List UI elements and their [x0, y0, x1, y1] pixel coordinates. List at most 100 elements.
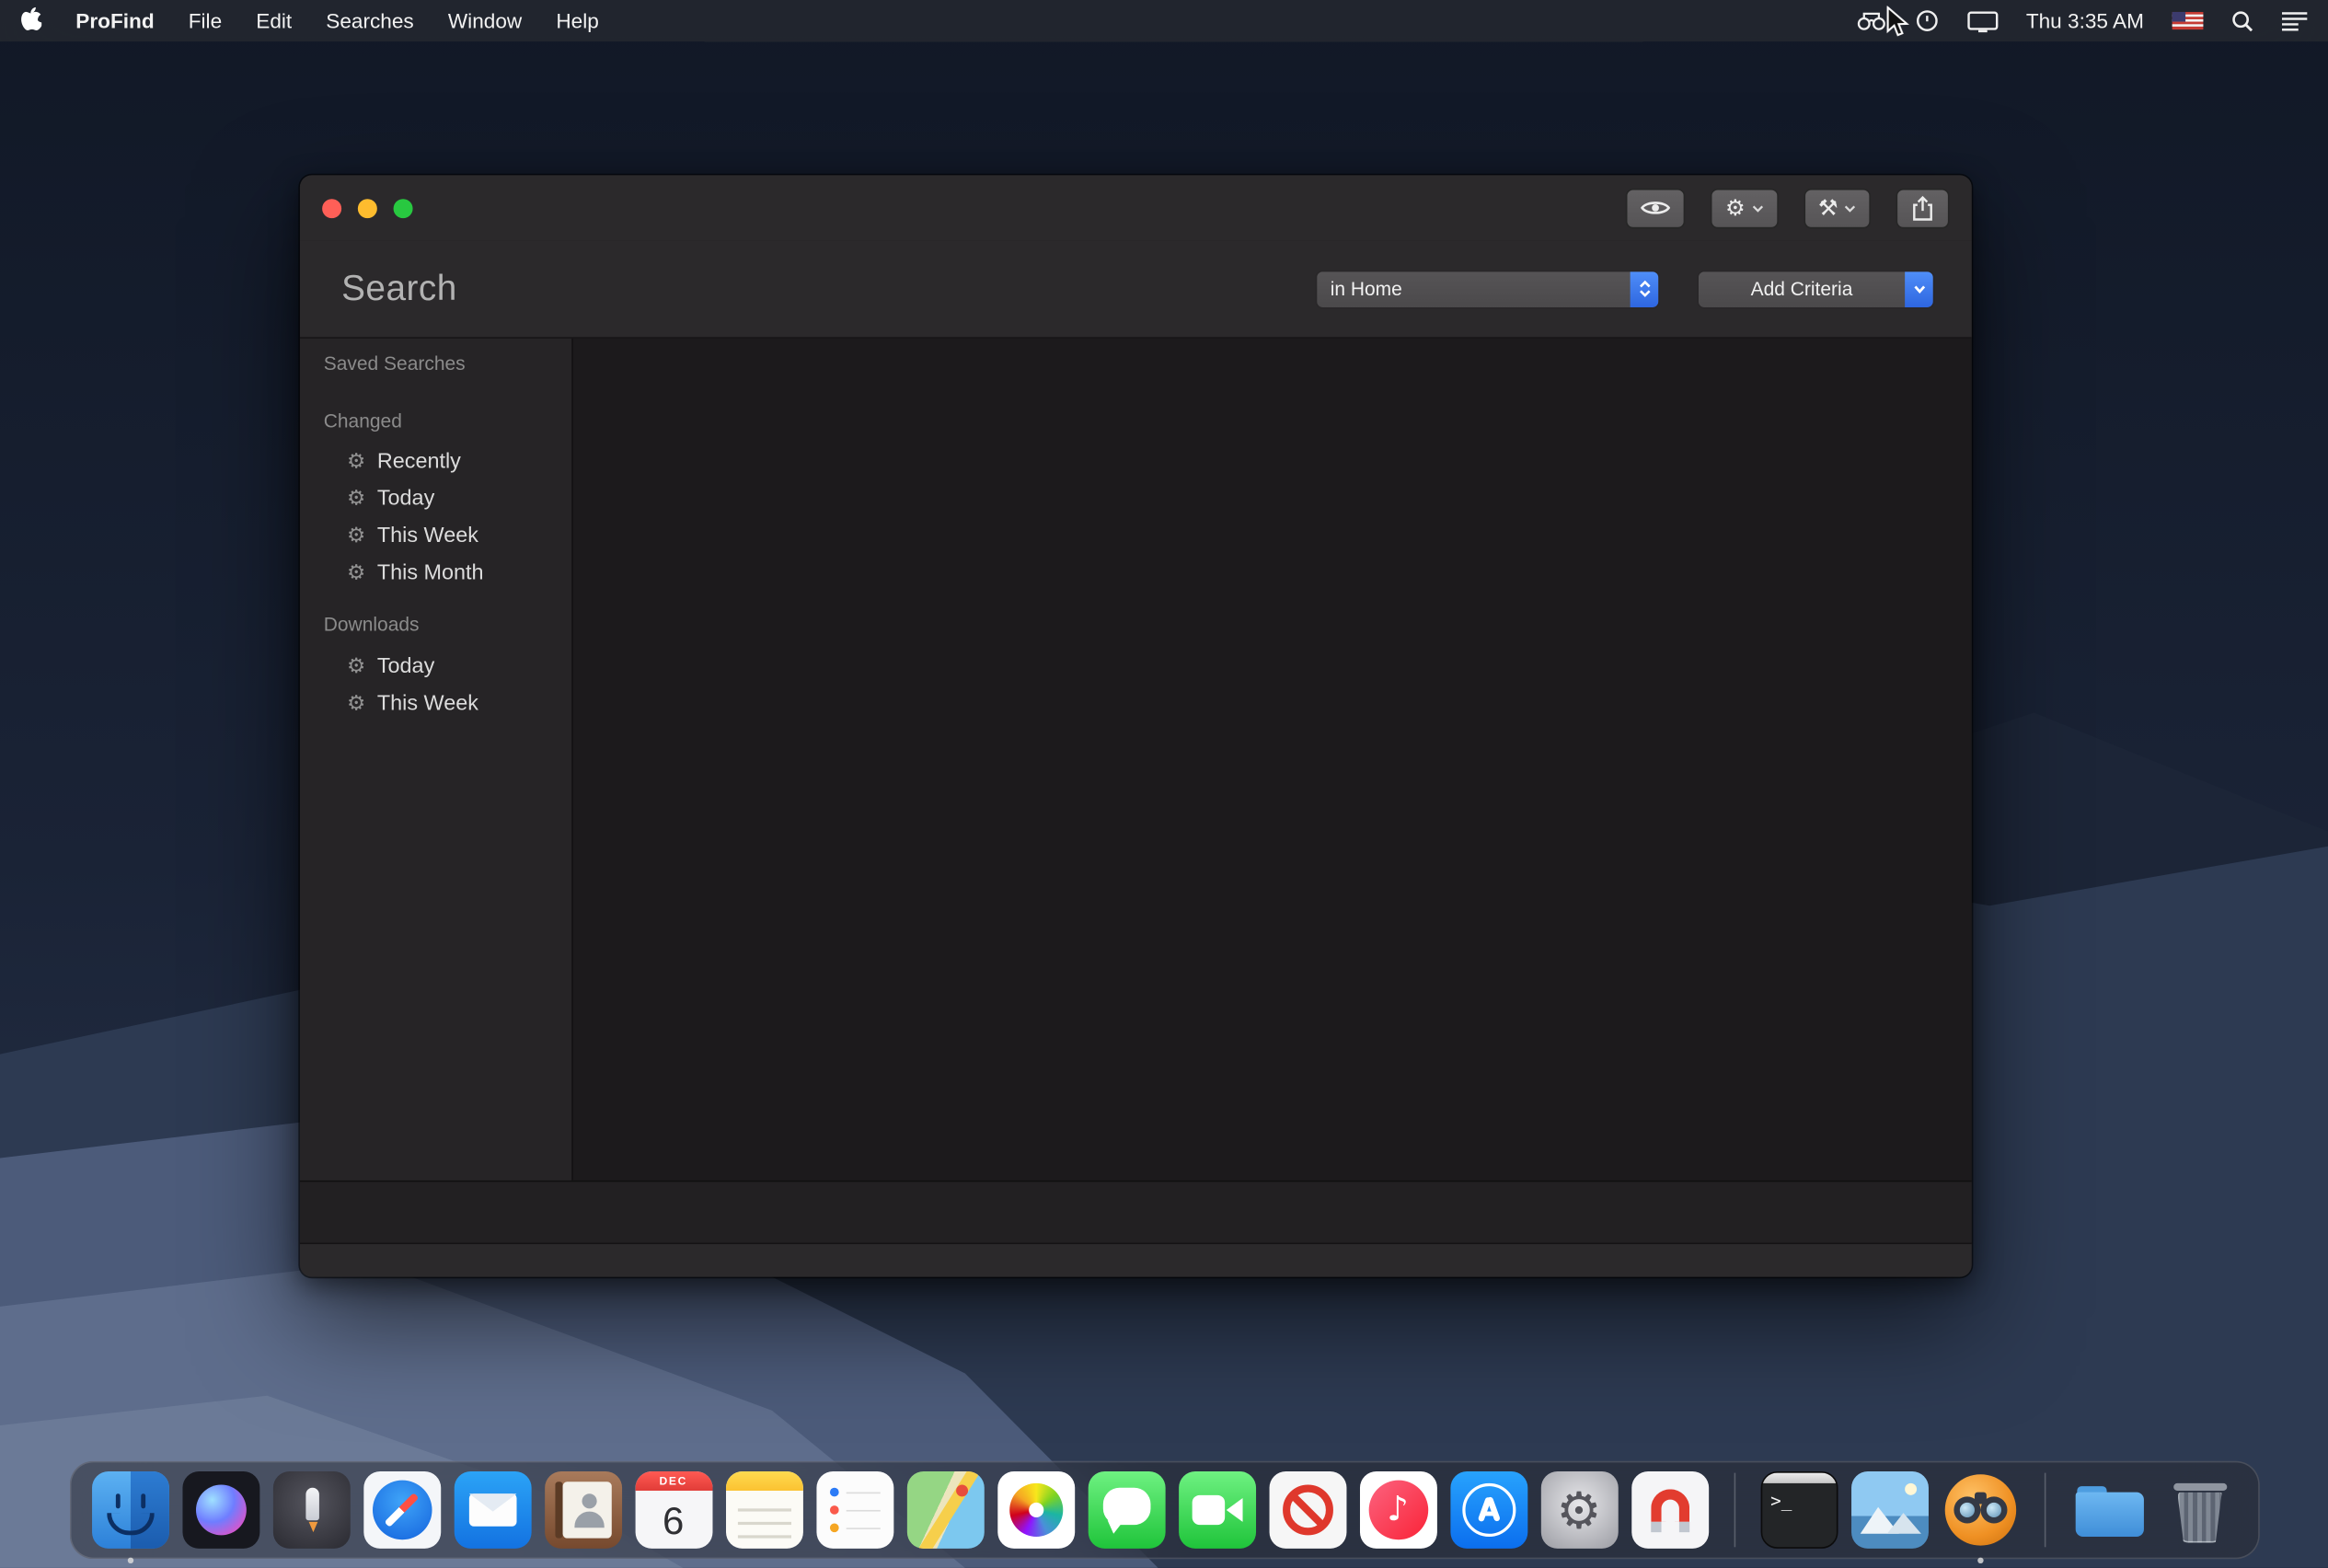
apple-menu-icon[interactable] [21, 6, 42, 35]
preview-toggle-button[interactable] [1626, 188, 1686, 228]
minimize-button[interactable] [358, 198, 377, 217]
sidebar-item-label: This Week [377, 692, 478, 716]
gear-icon: ⚙ [344, 489, 368, 510]
notes-icon [725, 1471, 802, 1549]
menubar-menu-help[interactable]: Help [556, 9, 598, 33]
menubar-menu-file[interactable]: File [189, 9, 222, 33]
sidebar-item-changed-today[interactable]: ⚙ Today [300, 482, 571, 514]
desktop-screen: ProFind File Edit Searches Window Help [0, 0, 2328, 1568]
running-indicator [127, 1558, 133, 1563]
dock-app-launchpad[interactable] [272, 1471, 350, 1549]
sidebar-item-label: Today [377, 655, 434, 679]
menubar-clock[interactable]: Thu 3:35 AM [2026, 9, 2144, 33]
dock-separator [2044, 1473, 2046, 1548]
dock-app-photos[interactable] [997, 1471, 1074, 1549]
add-criteria-label: Add Criteria [1699, 271, 1905, 306]
sidebar-item-label: This Month [377, 561, 484, 585]
display-icon[interactable] [1966, 9, 1998, 31]
profind-icon [1942, 1471, 2019, 1549]
sidebar-saved-searches-label: Saved Searches [324, 349, 466, 378]
input-source-us-flag-icon[interactable] [2172, 12, 2204, 29]
tools-menu-button[interactable]: ⚒ [1804, 188, 1871, 228]
terminal-icon: >_ [1760, 1471, 1838, 1549]
footer-bar [300, 1243, 1972, 1277]
dock-app-contacts[interactable] [544, 1471, 621, 1549]
zoom-button[interactable] [394, 198, 413, 217]
sidebar-item-changed-recently[interactable]: ⚙ Recently [300, 445, 571, 478]
menubar-menu-edit[interactable]: Edit [256, 9, 292, 33]
dock-app-siri[interactable] [182, 1471, 259, 1549]
contacts-icon [544, 1471, 621, 1549]
sidebar-item-changed-this-week[interactable]: ⚙ This Week [300, 520, 571, 552]
sidebar-item-downloads-today[interactable]: ⚙ Today [300, 651, 571, 683]
sidebar-item-label: Recently [377, 450, 461, 474]
dock-app-preview[interactable] [1850, 1471, 1928, 1549]
system-preferences-icon: ⚙ [1540, 1471, 1618, 1549]
chevron-down-icon [1751, 204, 1763, 212]
sidebar-group-changed-label: Changed [324, 407, 402, 436]
dock-app-terminal[interactable]: >_ [1760, 1471, 1838, 1549]
close-button[interactable] [322, 198, 341, 217]
menubar-menu-window[interactable]: Window [448, 9, 522, 33]
dock-trash[interactable] [2161, 1471, 2238, 1549]
sidebar-item-changed-this-month[interactable]: ⚙ This Month [300, 557, 571, 589]
dock-app-music[interactable]: ♪ [1359, 1471, 1436, 1549]
dock-app-prohibited-sign[interactable] [1269, 1471, 1346, 1549]
preview-icon [1850, 1471, 1928, 1549]
magnet-icon [1631, 1471, 1708, 1549]
spotlight-search-icon[interactable] [2231, 9, 2253, 31]
dock-app-finder[interactable] [91, 1471, 168, 1549]
window-titlebar[interactable]: ⚙ ⚒ [300, 175, 1972, 240]
gear-icon: ⚙ [344, 563, 368, 584]
gear-icon: ⚙ [344, 525, 368, 547]
add-criteria-popup[interactable]: Add Criteria [1697, 270, 1934, 308]
dock-folder-downloads[interactable] [2070, 1471, 2148, 1549]
launchpad-icon [272, 1471, 350, 1549]
photos-icon [997, 1471, 1074, 1549]
dock-app-maps[interactable] [906, 1471, 984, 1549]
gear-icon: ⚙ [344, 694, 368, 715]
siri-icon [182, 1471, 259, 1549]
profind-window: ⚙ ⚒ [300, 175, 1972, 1276]
terminal-prompt: >_ [1770, 1491, 1792, 1512]
menubar-app-name[interactable]: ProFind [75, 9, 154, 33]
sidebar-item-label: Today [377, 487, 434, 511]
menu-bar: ProFind File Edit Searches Window Help [0, 0, 2328, 41]
dock-app-facetime[interactable] [1178, 1471, 1255, 1549]
sidebar-item-downloads-this-week[interactable]: ⚙ This Week [300, 687, 571, 720]
messages-icon [1088, 1471, 1165, 1549]
dock-app-messages[interactable] [1088, 1471, 1165, 1549]
tools-icon: ⚒ [1818, 197, 1838, 219]
binoculars-icon[interactable] [1855, 10, 1886, 31]
safari-icon [363, 1471, 441, 1549]
circle-status-icon[interactable] [1915, 9, 1939, 33]
eye-icon [1641, 199, 1670, 216]
notification-center-icon[interactable] [2282, 11, 2307, 30]
facetime-icon [1178, 1471, 1255, 1549]
action-menu-button[interactable]: ⚙ [1711, 188, 1778, 228]
search-header: Search in Home Add Criteria [300, 240, 1972, 338]
running-indicator [1976, 1558, 1982, 1563]
mail-icon [454, 1471, 531, 1549]
dock-app-safari[interactable] [363, 1471, 441, 1549]
sidebar: Saved Searches Changed ⚙ Recently ⚙ Toda… [300, 339, 573, 1181]
dock-app-app-store[interactable] [1450, 1471, 1527, 1549]
finder-icon [91, 1471, 168, 1549]
dock-app-profind[interactable] [1942, 1471, 2019, 1549]
sidebar-item-label: This Week [377, 525, 478, 548]
dock-app-reminders[interactable] [816, 1471, 893, 1549]
share-button[interactable] [1896, 188, 1949, 228]
calendar-day: 6 [635, 1493, 712, 1549]
search-scope-popup[interactable]: in Home [1316, 270, 1660, 308]
dock-app-calendar[interactable]: DEC 6 [635, 1471, 712, 1549]
status-bar [300, 1181, 1972, 1243]
folder-icon [2070, 1471, 2148, 1549]
gear-icon: ⚙ [1725, 197, 1746, 219]
dock-app-system-preferences[interactable]: ⚙ [1540, 1471, 1618, 1549]
dock-app-notes[interactable] [725, 1471, 802, 1549]
calendar-month: DEC [635, 1471, 712, 1491]
dock-app-mail[interactable] [454, 1471, 531, 1549]
dock-app-magnet[interactable] [1631, 1471, 1708, 1549]
calendar-icon: DEC 6 [635, 1471, 712, 1549]
menubar-menu-searches[interactable]: Searches [326, 9, 413, 33]
